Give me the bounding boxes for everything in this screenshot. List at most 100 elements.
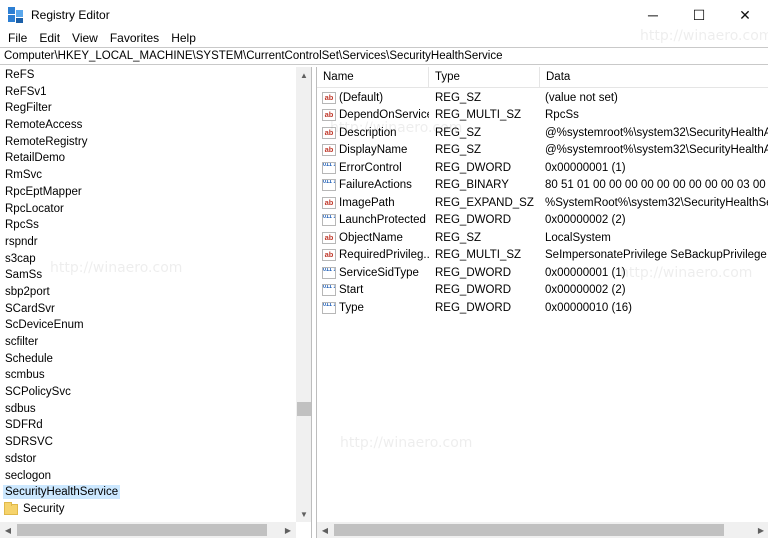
tree-item-label: Schedule xyxy=(5,352,53,365)
value-name: ImagePath xyxy=(339,196,395,209)
tree-item-label: rspndr xyxy=(5,235,38,248)
value-row[interactable]: 011 110LaunchProtected REG_DWORD 0x0000000… xyxy=(317,212,768,230)
column-header-data[interactable]: Data xyxy=(540,67,768,88)
value-name-cell: 011 110Type xyxy=(317,301,429,314)
tree-item-label: SDFRd xyxy=(5,419,43,432)
value-row[interactable]: ab DisplayName REG_SZ @%systemroot%\system3… xyxy=(317,142,768,160)
value-row[interactable]: ab ObjectName REG_SZ LocalSystem xyxy=(317,229,768,247)
tree-item-label: scmbus xyxy=(5,369,45,382)
column-header-type[interactable]: Type xyxy=(429,67,540,88)
scroll-thumb[interactable] xyxy=(334,524,724,536)
tree-item-label: ReFS xyxy=(5,69,35,81)
key-tree-pane: ReFS ReFSv1 RegFilter RemoteAccess RemoteReg… xyxy=(0,67,312,538)
address-bar[interactable]: Computer\HKEY_LOCAL_MACHINE\SYSTEM\Curre… xyxy=(0,47,768,65)
tree-item-label: RpcEptMapper xyxy=(5,185,82,198)
tree-item-label: RpcSs xyxy=(5,219,39,232)
tree-item[interactable]: ReFSv1 xyxy=(0,84,296,101)
minimize-button[interactable]: ─ xyxy=(630,0,676,30)
menu-edit[interactable]: Edit xyxy=(33,31,66,45)
scroll-left-arrow-icon[interactable]: ◀ xyxy=(0,522,16,538)
value-name-cell: ab Description xyxy=(317,126,429,139)
menu-favorites[interactable]: Favorites xyxy=(104,31,165,45)
value-data: @%systemroot%\system32\SecurityHealthAg xyxy=(545,144,768,157)
tree-item[interactable]: RmSvc xyxy=(0,167,296,184)
value-name-cell: 011 110ErrorControl xyxy=(317,161,429,174)
value-type: REG_DWORD xyxy=(435,284,512,297)
tree-item[interactable]: RemoteAccess xyxy=(0,117,296,134)
value-type: REG_DWORD xyxy=(435,301,512,314)
value-row[interactable]: 011 110Start REG_DWORD 0x00000002 (2) xyxy=(317,282,768,300)
tree-item-label: s3cap xyxy=(5,252,36,265)
tree-item[interactable]: RemoteRegistry xyxy=(0,134,296,151)
value-type: REG_BINARY xyxy=(435,179,509,192)
scroll-up-arrow-icon[interactable]: ▲ xyxy=(296,67,311,83)
value-row[interactable]: ab RequiredPrivileg... REG_MULTI_SZ SeImper… xyxy=(317,247,768,265)
close-button[interactable]: ✕ xyxy=(722,0,768,30)
tree-item[interactable]: SDFRd xyxy=(0,417,296,434)
tree-item[interactable]: RpcSs xyxy=(0,217,296,234)
value-name: Description xyxy=(339,126,397,139)
scroll-right-arrow-icon[interactable]: ▶ xyxy=(280,522,296,538)
address-path[interactable]: Computer\HKEY_LOCAL_MACHINE\SYSTEM\Curre… xyxy=(4,50,503,62)
tree-item[interactable]: SCPolicySvc xyxy=(0,384,296,401)
tree-item[interactable]: RpcLocator xyxy=(0,201,296,218)
value-row[interactable]: 011 110Type REG_DWORD 0x00000010 (16) xyxy=(317,299,768,317)
tree-item-label: ScDeviceEnum xyxy=(5,319,84,332)
value-data: 0x00000001 (1) xyxy=(545,161,626,174)
tree-item[interactable]: rspndr xyxy=(0,234,296,251)
value-name: Start xyxy=(339,284,364,297)
tree-item[interactable]: ReFS xyxy=(0,67,296,84)
value-name: Type xyxy=(339,301,364,314)
column-header-name[interactable]: Name xyxy=(317,67,429,88)
menu-file[interactable]: File xyxy=(2,31,33,45)
scroll-left-arrow-icon[interactable]: ◀ xyxy=(317,522,333,538)
tree-item[interactable]: s3cap xyxy=(0,251,296,268)
value-row[interactable]: 011 110ErrorControl REG_DWORD 0x00000001 (… xyxy=(317,159,768,177)
tree-item[interactable]: sbp2port xyxy=(0,284,296,301)
tree-vertical-scrollbar[interactable]: ▲ ▼ xyxy=(296,67,311,522)
value-row[interactable]: 011 110ServiceSidType REG_DWORD 0x00000001… xyxy=(317,264,768,282)
tree-item[interactable]: RegFilter xyxy=(0,100,296,117)
tree-item[interactable]: seclogon xyxy=(0,468,296,485)
tree-item[interactable]: RetailDemo xyxy=(0,150,296,167)
tree-horizontal-scrollbar[interactable]: ◀ ▶ xyxy=(0,522,296,538)
value-row[interactable]: ab (Default) REG_SZ (value not set) xyxy=(317,89,768,107)
menu-help[interactable]: Help xyxy=(165,31,202,45)
value-data: RpcSs xyxy=(545,109,579,122)
menu-view[interactable]: View xyxy=(66,31,104,45)
tree-item[interactable]: scmbus xyxy=(0,367,296,384)
tree-item[interactable]: SamSs xyxy=(0,267,296,284)
value-name-cell: 011 110LaunchProtected xyxy=(317,214,429,227)
tree-item[interactable]: SDRSVC xyxy=(0,434,296,451)
tree-item[interactable]: RpcEptMapper xyxy=(0,184,296,201)
value-name: DependOnService xyxy=(339,109,429,122)
value-data: 80 51 01 00 00 00 00 00 00 00 00 00 03 0… xyxy=(545,179,768,192)
value-type: REG_SZ xyxy=(435,126,482,139)
tree-item[interactable]: sdbus xyxy=(0,401,296,418)
scroll-thumb[interactable] xyxy=(17,524,267,536)
value-row[interactable]: ab Description REG_SZ @%systemroot%\system3… xyxy=(317,124,768,142)
value-row[interactable]: 011 110FailureActions REG_BINARY 80 51 01 … xyxy=(317,177,768,195)
value-data: (value not set) xyxy=(545,91,618,104)
value-type: REG_DWORD xyxy=(435,161,512,174)
tree-item[interactable]: scfilter xyxy=(0,334,296,351)
tree-item[interactable]: Schedule xyxy=(0,351,296,368)
value-row[interactable]: ab ImagePath REG_EXPAND_SZ %SystemRoot%\sys… xyxy=(317,194,768,212)
scroll-down-arrow-icon[interactable]: ▼ xyxy=(296,506,311,522)
tree-item-label: ReFSv1 xyxy=(5,85,47,98)
tree-item[interactable]: SCardSvr xyxy=(0,301,296,318)
tree-item[interactable]: sdstor xyxy=(0,451,296,468)
binary-value-icon: 011 110 xyxy=(322,301,336,314)
value-type: REG_MULTI_SZ xyxy=(435,109,522,122)
maximize-button[interactable]: ☐ xyxy=(676,0,722,30)
values-horizontal-scrollbar[interactable]: ◀ ▶ xyxy=(317,522,768,538)
tree-item[interactable]: ScDeviceEnum xyxy=(0,317,296,334)
scroll-thumb[interactable] xyxy=(297,402,311,416)
tree-item-child[interactable]: Security xyxy=(0,501,296,518)
value-row[interactable]: ab DependOnService REG_MULTI_SZ RpcSs xyxy=(317,107,768,125)
tree-item-selected[interactable]: SecurityHealthService xyxy=(0,484,296,501)
tree-item-label: SCardSvr xyxy=(5,302,55,315)
scroll-right-arrow-icon[interactable]: ▶ xyxy=(753,522,768,538)
tree-item-label: RmSvc xyxy=(5,169,43,182)
binary-value-icon: 011 110 xyxy=(322,214,336,227)
